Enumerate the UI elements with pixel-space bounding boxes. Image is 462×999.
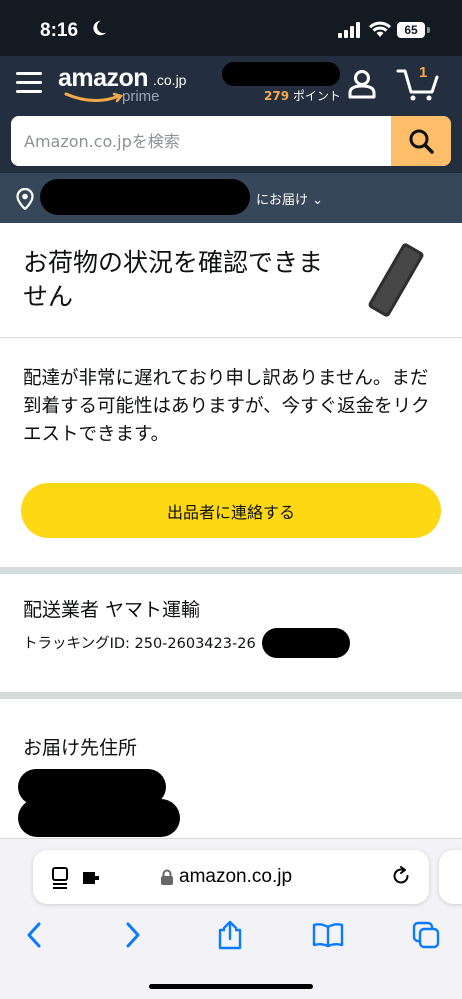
browser-toolbar: amazon.co.jp bbox=[0, 838, 462, 999]
bookmarks-button[interactable] bbox=[308, 919, 348, 951]
points-label: ポイント bbox=[292, 89, 341, 103]
search-button[interactable] bbox=[391, 116, 451, 166]
address-bar[interactable]: amazon.co.jp bbox=[33, 850, 429, 904]
chevron-left-icon bbox=[27, 922, 41, 948]
tabs-button[interactable] bbox=[406, 919, 446, 951]
cart-count-badge: 1 bbox=[419, 64, 428, 81]
points-number: 279 bbox=[264, 89, 290, 103]
book-icon bbox=[312, 923, 344, 948]
battery-tip bbox=[427, 27, 430, 33]
url-text: amazon.co.jp bbox=[179, 866, 293, 887]
logo-domain-text: .co.jp bbox=[153, 72, 187, 88]
smile-arrow-icon bbox=[64, 92, 124, 103]
status-time: 8:16 bbox=[40, 20, 79, 41]
tabs-icon bbox=[412, 921, 440, 949]
address-title: お届け先住所 bbox=[23, 737, 138, 759]
points-display[interactable]: 279 ポイント bbox=[264, 87, 341, 104]
status-bar: 8:16 65 bbox=[0, 0, 462, 56]
delivery-location-bar[interactable]: にお届け ⌄ bbox=[0, 173, 462, 223]
search-bar bbox=[11, 116, 451, 166]
account-icon[interactable] bbox=[347, 69, 377, 99]
redacted-address-line bbox=[18, 799, 180, 837]
search-icon bbox=[409, 129, 434, 154]
reader-extensions-icon[interactable] bbox=[51, 866, 105, 890]
redacted-tracking bbox=[262, 628, 350, 658]
next-tab-preview[interactable] bbox=[439, 850, 462, 904]
delay-message: 配達が非常に遅れており申し訳ありません。まだ到着する可能性はありますが、今すぐ返… bbox=[23, 368, 430, 445]
section-divider bbox=[0, 692, 462, 699]
section-divider bbox=[0, 567, 462, 574]
contact-seller-button[interactable]: 出品者に連絡する bbox=[21, 483, 441, 538]
status-title-section: お荷物の状況を確認できません bbox=[0, 223, 462, 338]
redacted-username bbox=[222, 62, 340, 86]
message-section: 配達が非常に遅れており申し訳ありません。まだ到着する可能性はありますが、今すぐ返… bbox=[0, 339, 462, 567]
amazon-logo[interactable]: amazon .co.jp prime bbox=[58, 64, 198, 108]
cart-icon[interactable] bbox=[396, 65, 440, 101]
location-pin-icon bbox=[16, 188, 34, 210]
battery-indicator: 65 bbox=[397, 22, 425, 38]
lock-icon bbox=[161, 869, 173, 885]
carrier-section: 配送業者 ヤマト運輸 トラッキングID: 250-2603423-26 bbox=[0, 574, 462, 692]
redacted-address bbox=[40, 179, 250, 215]
share-button[interactable] bbox=[210, 919, 250, 951]
app-header: amazon .co.jp prime 279 ポイント 1 bbox=[0, 56, 462, 173]
share-icon bbox=[218, 920, 242, 950]
address-section: お届け先住所 bbox=[0, 699, 462, 849]
menu-icon[interactable] bbox=[16, 72, 42, 94]
delivery-label: にお届け ⌄ bbox=[256, 193, 324, 208]
reload-icon[interactable] bbox=[390, 865, 412, 887]
carrier-title: 配送業者 ヤマト運輸 bbox=[23, 599, 201, 621]
tracking-id: トラッキングID: 250-2603423-26 bbox=[23, 636, 256, 652]
home-indicator bbox=[149, 984, 313, 989]
chevron-right-icon bbox=[126, 922, 140, 948]
logo-prime-text: prime bbox=[122, 88, 160, 105]
page-title: お荷物の状況を確認できません bbox=[23, 248, 324, 311]
wifi-icon bbox=[369, 21, 391, 37]
forward-button[interactable] bbox=[113, 919, 153, 951]
cellular-signal-icon bbox=[338, 22, 360, 38]
search-input[interactable] bbox=[11, 116, 391, 166]
back-button[interactable] bbox=[14, 919, 54, 951]
moon-icon bbox=[93, 20, 107, 36]
product-thumbnail bbox=[368, 243, 424, 317]
